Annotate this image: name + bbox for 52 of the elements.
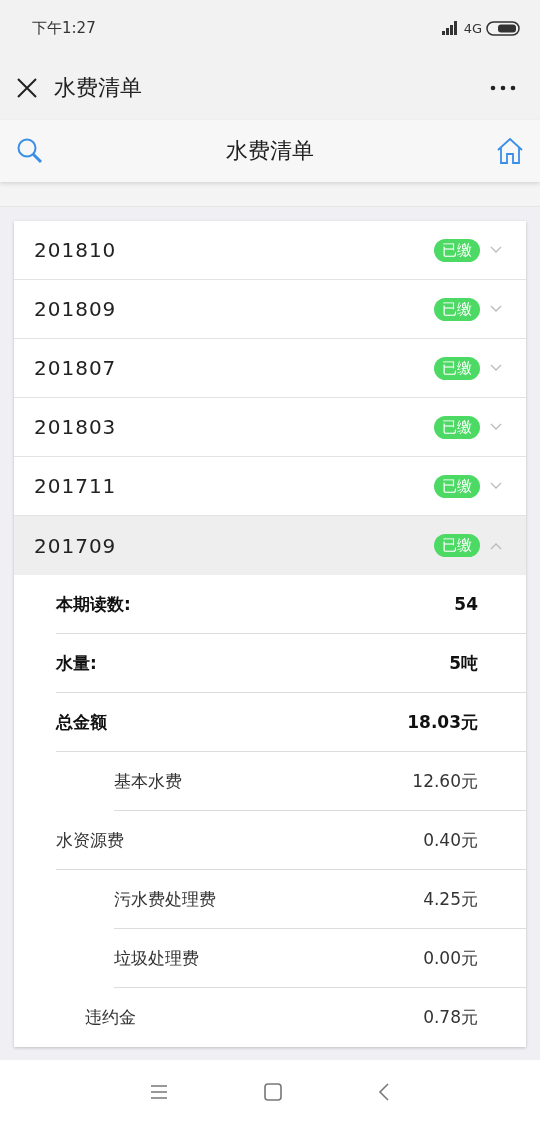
detail-label: 水资源费 [56,828,125,852]
detail-label: 污水费处理费 [114,887,217,911]
bill-period: 201711 [34,474,118,498]
chevron-down-icon[interactable] [490,305,502,313]
status-badge: 已缴 [434,297,480,321]
toolbar-title: 水费清单 [225,137,315,165]
bill-period: 201810 [34,238,118,262]
menu-icon[interactable] [150,1084,168,1100]
detail-value: 18.03元 [407,710,478,734]
chevron-up-icon[interactable] [490,541,502,550]
detail-value: 5吨 [449,651,478,675]
chevron-down-icon[interactable] [490,423,502,431]
bill-period: 201709 [34,533,118,558]
detail-label: 本期读数: [56,592,132,616]
bill-row[interactable]: 201810 已缴 [14,221,526,280]
detail-value: 0.00元 [423,946,478,970]
status-badge: 已缴 [434,474,480,498]
bill-period: 201803 [34,415,118,439]
detail-value: 12.60元 [412,769,478,793]
battery-icon [486,20,520,36]
detail-value: 4.25元 [423,887,478,911]
bill-period: 201807 [34,356,118,380]
detail-label: 违约金 [85,1006,137,1029]
status-badge: 已缴 [434,356,480,380]
detail-label: 基本水费 [114,769,183,793]
status-badge: 已缴 [434,238,480,262]
detail-label: 垃圾处理费 [114,946,200,970]
bill-row[interactable]: 201807 已缴 [14,339,526,398]
detail-value: 0.78元 [423,1006,478,1029]
search-icon[interactable] [16,137,44,165]
page-title: 水费清单 [54,74,142,102]
detail-label: 总金额 [56,710,108,734]
detail-label: 水量: [56,651,98,675]
network-label: 4G [463,20,482,36]
bill-row[interactable]: 201709 已缴 [14,516,526,575]
home-button-icon[interactable] [264,1083,282,1101]
detail-value: 54 [454,594,478,614]
status-time: 下午1:27 [32,18,96,38]
bill-row[interactable]: 201809 已缴 [14,280,526,339]
chevron-down-icon[interactable] [490,246,502,254]
detail-value: 0.40元 [423,828,478,852]
more-icon[interactable] [490,85,516,91]
status-badge: 已缴 [434,415,480,439]
back-icon[interactable] [378,1083,390,1101]
status-badge: 已缴 [434,534,480,557]
chevron-down-icon[interactable] [490,482,502,490]
bill-period: 201809 [34,297,118,321]
chevron-down-icon[interactable] [490,364,502,372]
close-icon[interactable] [16,77,38,99]
home-icon[interactable] [496,137,524,165]
bill-row[interactable]: 201803 已缴 [14,398,526,457]
signal-icon [440,21,458,35]
